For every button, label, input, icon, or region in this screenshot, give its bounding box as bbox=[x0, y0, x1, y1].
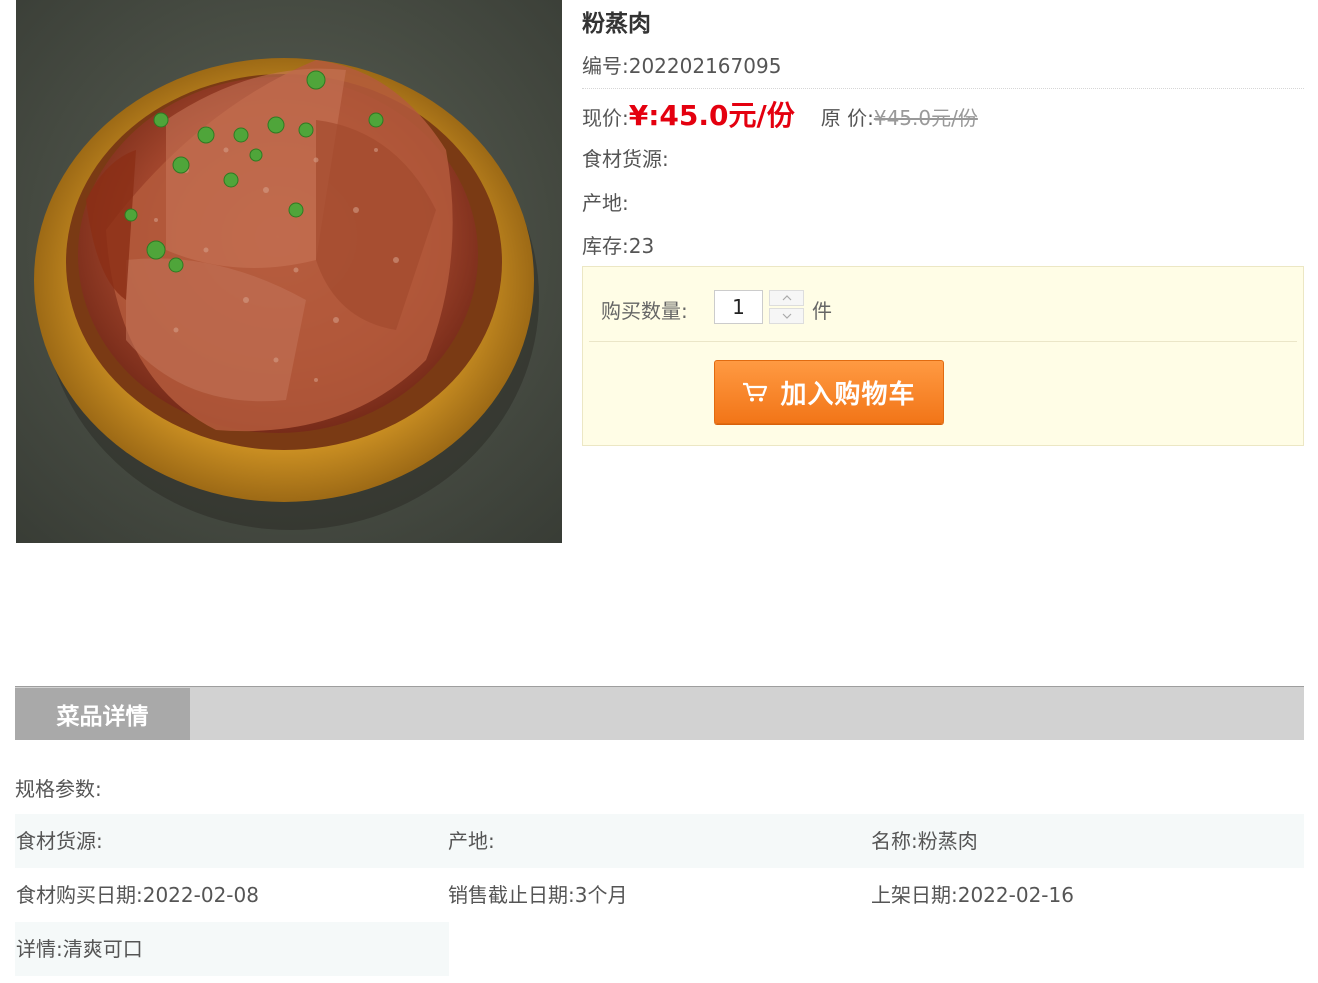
spec-heading: 规格参数: bbox=[15, 777, 102, 801]
purchase-box: 购买数量: 件 加入购物车 bbox=[582, 266, 1304, 446]
product-code: 编号:202202167095 bbox=[582, 54, 782, 78]
product-origin: 产地: bbox=[582, 191, 629, 215]
divider bbox=[582, 88, 1304, 89]
spec-name: 名称:粉蒸肉 bbox=[871, 829, 978, 853]
product-title: 粉蒸肉 bbox=[582, 11, 651, 37]
stock-count: 库存:23 bbox=[582, 234, 655, 258]
shopping-cart-icon bbox=[742, 381, 768, 403]
product-image bbox=[16, 0, 562, 543]
chevron-down-icon bbox=[782, 313, 791, 319]
spec-purchase-date: 食材购买日期:2022-02-08 bbox=[16, 883, 259, 907]
detail-tab-bar: 菜品详情 bbox=[15, 686, 1304, 740]
quantity-stepper bbox=[769, 290, 804, 324]
spec-row: 详情:清爽可口 bbox=[15, 922, 449, 976]
add-to-cart-label: 加入购物车 bbox=[780, 379, 916, 410]
quantity-input[interactable] bbox=[714, 290, 763, 324]
ingredient-source: 食材货源: bbox=[582, 147, 669, 171]
increase-quantity-button[interactable] bbox=[769, 290, 804, 306]
chevron-up-icon bbox=[782, 295, 791, 301]
decrease-quantity-button[interactable] bbox=[769, 308, 804, 324]
price-row: 现价: ¥:45.0元/份 原 价: ¥45.0元/份 bbox=[582, 94, 978, 134]
original-price-label: 原 价: bbox=[820, 106, 874, 130]
add-to-cart-button[interactable]: 加入购物车 bbox=[714, 360, 944, 424]
spec-source: 食材货源: bbox=[16, 829, 103, 853]
spec-description: 详情:清爽可口 bbox=[16, 937, 143, 961]
spec-row: 食材货源: 产地: 名称:粉蒸肉 bbox=[15, 814, 1304, 868]
divider bbox=[589, 341, 1297, 342]
current-price-label: 现价: bbox=[582, 106, 629, 130]
quantity-unit: 件 bbox=[812, 299, 832, 323]
spec-origin: 产地: bbox=[448, 829, 495, 853]
current-price: ¥:45.0元/份 bbox=[628, 99, 795, 132]
spec-sale-deadline: 销售截止日期:3个月 bbox=[448, 883, 628, 907]
spec-row: 食材购买日期:2022-02-08 销售截止日期:3个月 上架日期:2022-0… bbox=[15, 868, 1304, 922]
original-price: ¥45.0元/份 bbox=[873, 106, 978, 130]
spec-listing-date: 上架日期:2022-02-16 bbox=[871, 883, 1074, 907]
quantity-label: 购买数量: bbox=[601, 299, 688, 323]
tab-dish-details[interactable]: 菜品详情 bbox=[15, 688, 190, 740]
